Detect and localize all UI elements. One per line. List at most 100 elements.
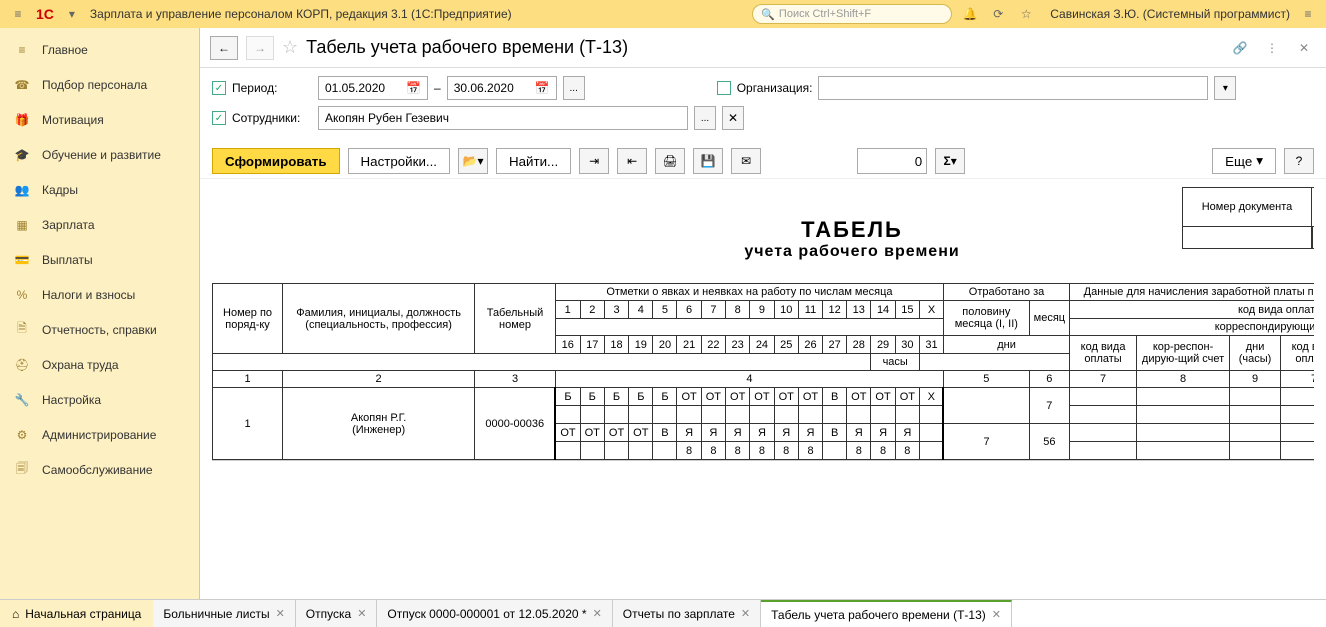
sidebar-item-6[interactable]: 💳 Выплаты — [0, 242, 199, 277]
sidebar-icon: ⚙ — [14, 427, 30, 443]
sidebar-item-3[interactable]: 🎓 Обучение и развитие — [0, 137, 199, 172]
number-input[interactable] — [857, 148, 927, 174]
sidebar-item-8[interactable]: 🗎 Отчетность, справки — [0, 312, 199, 347]
print-icon[interactable]: 🖨 — [655, 148, 685, 174]
more-button[interactable]: Еще▾ — [1212, 148, 1276, 174]
sidebar-item-10[interactable]: 🔧Настройка — [0, 382, 199, 417]
period-to-input[interactable]: 30.06.2020📅 — [447, 76, 557, 100]
sidebar-item-label: Выплаты — [42, 253, 93, 267]
filters: ✓ Период: 01.05.2020📅 – 30.06.2020📅 ... … — [200, 68, 1326, 144]
sidebar-icon: 🗐 — [14, 462, 30, 478]
sidebar-item-label: Главное — [42, 43, 88, 57]
toolbar: Сформировать Настройки... 📂▾ Найти... ⇥ … — [200, 144, 1326, 179]
emp-label: Сотрудники: — [232, 111, 312, 125]
settings-button[interactable]: Настройки... — [348, 148, 450, 174]
tab-label: Отпуска — [306, 607, 351, 621]
folder-open-icon[interactable]: 📂▾ — [458, 148, 488, 174]
sidebar-icon: 🗎 — [14, 322, 30, 338]
sidebar-item-label: Налоги и взносы — [42, 288, 135, 302]
top-bar: ≡ 1С ▾ Зарплата и управление персоналом … — [0, 0, 1326, 28]
sidebar-icon: 🔧 — [14, 392, 30, 408]
collapse-icon[interactable]: ⇤ — [617, 148, 647, 174]
period-from-input[interactable]: 01.05.2020📅 — [318, 76, 428, 100]
org-dropdown-button[interactable]: ▾ — [1214, 76, 1236, 100]
sidebar-icon: ⛑ — [14, 357, 30, 373]
sidebar-item-12[interactable]: 🗐Самообслуживание — [0, 452, 199, 487]
sidebar-item-4[interactable]: 👥Кадры — [0, 172, 199, 207]
doc-no-header: Номер документа — [1182, 187, 1312, 227]
sidebar-item-0[interactable]: ≡ Главное — [0, 32, 199, 67]
tab-4[interactable]: Табель учета рабочего времени (Т-13) ✕ — [761, 600, 1012, 627]
history-icon[interactable]: ⟳ — [988, 4, 1008, 24]
bell-icon[interactable]: 🔔 — [960, 4, 980, 24]
sidebar-item-7[interactable]: % Налоги и взносы — [0, 277, 199, 312]
tab-label: Табель учета рабочего времени (Т-13) — [771, 608, 986, 622]
more-icon[interactable]: ⋮ — [1260, 36, 1284, 60]
tab-close-icon[interactable]: ✕ — [741, 607, 750, 620]
sidebar-item-label: Администрирование — [42, 428, 156, 442]
sidebar-item-5[interactable]: ▦Зарплата — [0, 207, 199, 242]
sidebar-item-label: Охрана труда — [42, 358, 119, 372]
search-input[interactable]: 🔍Поиск Ctrl+Shift+F — [752, 4, 952, 24]
emp-input[interactable]: Акопян Рубен Гезевич — [318, 106, 688, 130]
report-title: ТАБЕЛЬ — [212, 217, 1314, 243]
tab-label: Отпуск 0000-000001 от 12.05.2020 * — [387, 607, 586, 621]
back-button[interactable]: ← — [210, 36, 238, 60]
period-label: Период: — [232, 81, 312, 95]
find-button[interactable]: Найти... — [496, 148, 571, 174]
app-title: Зарплата и управление персоналом КОРП, р… — [90, 7, 512, 21]
org-label: Организация: — [737, 81, 813, 95]
tab-close-icon[interactable]: ✕ — [593, 607, 602, 620]
org-checkbox[interactable] — [717, 81, 731, 95]
tab-close-icon[interactable]: ✕ — [357, 607, 366, 620]
expand-icon[interactable]: ⇥ — [579, 148, 609, 174]
settings-icon[interactable]: ≡ — [1298, 4, 1318, 24]
mail-icon[interactable]: ✉ — [731, 148, 761, 174]
save-icon[interactable]: 💾 — [693, 148, 723, 174]
menu-icon[interactable]: ≡ — [8, 4, 28, 24]
sidebar-icon: 💳 — [14, 252, 30, 268]
emp-checkbox[interactable]: ✓ — [212, 111, 226, 125]
sidebar-icon: ≡ — [14, 42, 30, 58]
tab-label: Больничные листы — [163, 607, 269, 621]
sidebar-item-11[interactable]: ⚙ Администрирование — [0, 417, 199, 452]
org-input[interactable] — [818, 76, 1208, 100]
emp-clear-button[interactable]: ✕ — [722, 106, 744, 130]
period-checkbox[interactable]: ✓ — [212, 81, 226, 95]
sidebar-item-label: Подбор персонала — [42, 78, 147, 92]
tab-0[interactable]: Больничные листы ✕ — [153, 600, 295, 627]
sidebar-item-label: Обучение и развитие — [42, 148, 161, 162]
sigma-button[interactable]: Σ▾ — [935, 148, 965, 174]
tab-close-icon[interactable]: ✕ — [992, 608, 1001, 621]
form-button[interactable]: Сформировать — [212, 148, 340, 174]
t13-table: Номер по поряд-куФамилия, инициалы, долж… — [212, 283, 1314, 460]
sidebar-item-1[interactable]: ☎Подбор персонала — [0, 67, 199, 102]
sidebar-item-label: Кадры — [42, 183, 78, 197]
home-tab[interactable]: ⌂Начальная страница — [0, 600, 153, 627]
sidebar-item-label: Отчетность, справки — [42, 323, 157, 337]
content-header: ← → ☆ Табель учета рабочего времени (Т-1… — [200, 28, 1326, 68]
doc-no-value — [1182, 227, 1312, 249]
tab-bar: ⌂Начальная страница Больничные листы✕Отп… — [0, 599, 1326, 627]
logo: 1С — [36, 6, 54, 22]
star-icon[interactable]: ☆ — [1016, 4, 1036, 24]
favorite-icon[interactable]: ☆ — [282, 37, 298, 58]
sidebar-item-2[interactable]: 🎁Мотивация — [0, 102, 199, 137]
dropdown-icon[interactable]: ▾ — [62, 4, 82, 24]
close-icon[interactable]: ✕ — [1292, 36, 1316, 60]
period-more-button[interactable]: ... — [563, 76, 585, 100]
tab-3[interactable]: Отчеты по зарплате✕ — [613, 600, 761, 627]
help-button[interactable]: ? — [1284, 148, 1314, 174]
tab-1[interactable]: Отпуска ✕ — [296, 600, 378, 627]
sidebar-icon: 🎓 — [14, 147, 30, 163]
sidebar-item-9[interactable]: ⛑ Охрана труда — [0, 347, 199, 382]
sidebar-icon: % — [14, 287, 30, 303]
report-subtitle: учета рабочего времени — [212, 243, 1314, 261]
emp-more-button[interactable]: ... — [694, 106, 716, 130]
sidebar-item-label: Зарплата — [42, 218, 95, 232]
tab-2[interactable]: Отпуск 0000-000001 от 12.05.2020 * ✕ — [377, 600, 612, 627]
forward-button[interactable]: → — [246, 36, 274, 60]
tab-close-icon[interactable]: ✕ — [276, 607, 285, 620]
report-area[interactable]: Номер документа Дата составления 16.05.2… — [200, 179, 1326, 599]
link-icon[interactable]: 🔗 — [1228, 36, 1252, 60]
